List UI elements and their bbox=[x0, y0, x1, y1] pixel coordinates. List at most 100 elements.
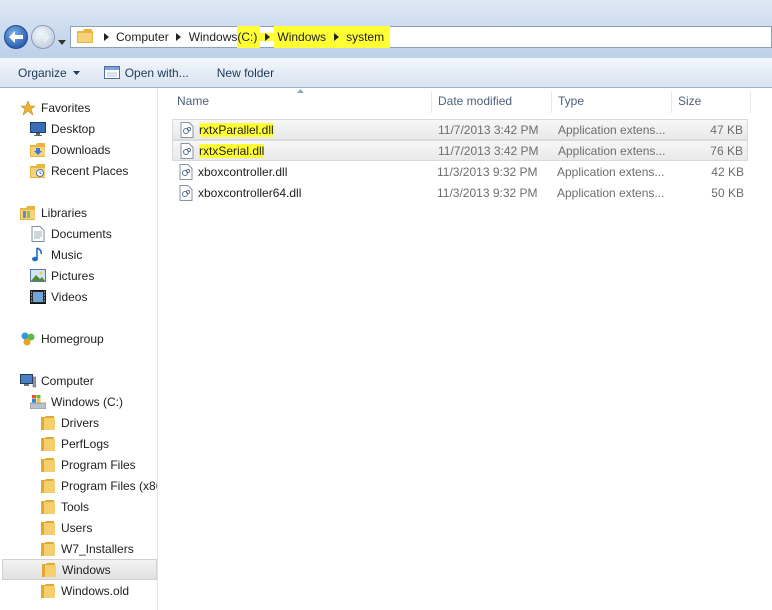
file-type: Application extens... bbox=[558, 143, 666, 158]
column-header-date-modified[interactable]: Date modified bbox=[431, 89, 551, 113]
file-row-rxtxparallel[interactable]: rxtxParallel.dll 11/7/2013 3:42 PM Appli… bbox=[172, 119, 748, 140]
nav-music[interactable]: Music bbox=[30, 244, 82, 265]
nav-label: Music bbox=[51, 247, 83, 262]
column-header-type[interactable]: Type bbox=[551, 89, 671, 113]
nav-folder-perflogs[interactable]: PerfLogs bbox=[40, 433, 109, 454]
file-size: 47 KB bbox=[710, 122, 743, 137]
address-field[interactable]: Computer Windows (C:) Windows system bbox=[70, 26, 772, 48]
nav-documents[interactable]: Documents bbox=[30, 223, 112, 244]
nav-label: Drivers bbox=[61, 415, 99, 430]
nav-folder-program-files-x86[interactable]: Program Files (x86 bbox=[40, 475, 157, 496]
nav-label: Windows (C:) bbox=[51, 394, 124, 409]
nav-label: W7_Installers bbox=[61, 541, 134, 556]
recent-places-icon bbox=[30, 163, 46, 179]
libraries-icon bbox=[20, 205, 36, 221]
homegroup-icon bbox=[20, 331, 36, 347]
nav-favorites[interactable]: Favorites bbox=[20, 97, 90, 118]
nav-desktop[interactable]: Desktop bbox=[30, 118, 95, 139]
forward-button[interactable] bbox=[31, 25, 55, 49]
folder-icon bbox=[40, 457, 56, 473]
file-type: Application extens... bbox=[557, 185, 665, 200]
folder-icon bbox=[40, 415, 56, 431]
folder-icon bbox=[40, 499, 56, 515]
breadcrumb-drive-c[interactable]: Windows (C:) bbox=[186, 26, 275, 48]
nav-label: Program Files bbox=[61, 457, 136, 472]
nav-downloads[interactable]: Downloads bbox=[30, 139, 110, 160]
nav-label: Documents bbox=[51, 226, 112, 241]
folder-icon bbox=[40, 478, 56, 494]
nav-folder-windows-old[interactable]: Windows.old bbox=[40, 580, 129, 601]
nav-libraries[interactable]: Libraries bbox=[20, 202, 87, 223]
breadcrumb-label: Windows bbox=[188, 30, 238, 44]
folder-icon bbox=[40, 436, 56, 452]
file-date: 11/7/2013 3:42 PM bbox=[438, 143, 539, 158]
file-row-rxtxserial[interactable]: rxtxSerial.dll 11/7/2013 3:42 PM Applica… bbox=[172, 140, 748, 161]
open-with-label: Open with... bbox=[124, 65, 189, 80]
folder-icon bbox=[41, 562, 57, 578]
folder-icon bbox=[40, 583, 56, 599]
breadcrumb-label: Windows bbox=[277, 30, 327, 44]
file-row-xboxcontroller64[interactable]: xboxcontroller64.dll 11/3/2013 9:32 PM A… bbox=[172, 182, 748, 203]
breadcrumb-arrow-root[interactable] bbox=[99, 26, 113, 48]
folder-icon bbox=[77, 28, 93, 46]
file-row-xboxcontroller[interactable]: xboxcontroller.dll 11/3/2013 9:32 PM App… bbox=[172, 161, 748, 182]
file-date: 11/3/2013 9:32 PM bbox=[437, 185, 538, 200]
nav-label: PerfLogs bbox=[61, 436, 110, 451]
nav-folder-program-files[interactable]: Program Files bbox=[40, 454, 136, 475]
breadcrumb-label: Computer bbox=[116, 30, 169, 44]
file-size: 42 KB bbox=[711, 164, 744, 179]
nav-folder-drivers[interactable]: Drivers bbox=[40, 412, 99, 433]
column-divider[interactable] bbox=[750, 91, 751, 113]
documents-icon bbox=[30, 225, 46, 242]
nav-folder-windows[interactable]: Windows bbox=[2, 559, 157, 580]
nav-videos[interactable]: Videos bbox=[30, 286, 87, 307]
nav-homegroup[interactable]: Homegroup bbox=[20, 328, 104, 349]
recent-pages-dropdown[interactable] bbox=[58, 34, 66, 48]
column-header-label: Type bbox=[558, 94, 585, 108]
nav-label: Favorites bbox=[41, 100, 91, 115]
file-name: xboxcontroller.dll bbox=[198, 164, 288, 179]
downloads-folder-icon bbox=[30, 142, 46, 158]
nav-label: Windows.old bbox=[61, 583, 130, 598]
file-date: 11/3/2013 9:32 PM bbox=[437, 164, 538, 179]
nav-pictures[interactable]: Pictures bbox=[30, 265, 94, 286]
pictures-icon bbox=[30, 268, 46, 284]
organize-button[interactable]: Organize bbox=[10, 60, 88, 86]
back-button[interactable] bbox=[4, 25, 28, 49]
desktop-icon bbox=[30, 121, 46, 137]
nav-folder-w7-installers[interactable]: W7_Installers bbox=[40, 538, 134, 559]
open-with-button[interactable]: Open with... bbox=[96, 60, 197, 86]
column-header-label: Date modified bbox=[438, 94, 513, 108]
chevron-down-icon bbox=[58, 40, 66, 45]
file-name: xboxcontroller64.dll bbox=[198, 185, 302, 200]
videos-icon bbox=[30, 289, 46, 305]
column-header-name[interactable]: Name bbox=[170, 89, 432, 113]
dll-file-icon bbox=[179, 142, 195, 159]
nav-recent-places[interactable]: Recent Places bbox=[30, 160, 128, 181]
star-icon bbox=[20, 100, 36, 116]
breadcrumb-computer[interactable]: Computer bbox=[113, 26, 186, 48]
chevron-down-icon bbox=[72, 70, 80, 75]
nav-folder-users[interactable]: Users bbox=[40, 517, 92, 538]
file-size: 50 KB bbox=[711, 185, 744, 200]
column-header-label: Name bbox=[177, 94, 210, 108]
breadcrumb-label-highlight: (C:) bbox=[237, 26, 261, 48]
nav-label: Computer bbox=[41, 373, 94, 388]
nav-label: Videos bbox=[51, 289, 88, 304]
breadcrumb-windows[interactable]: Windows bbox=[274, 26, 344, 48]
nav-drive-c[interactable]: Windows (C:) bbox=[30, 391, 123, 412]
music-note-icon bbox=[30, 246, 46, 263]
nav-computer[interactable]: Computer bbox=[20, 370, 94, 391]
column-header-size[interactable]: Size bbox=[671, 89, 751, 113]
address-bar-area: Computer Windows (C:) Windows system bbox=[0, 0, 772, 58]
dll-file-icon bbox=[178, 184, 194, 201]
file-type: Application extens... bbox=[557, 164, 665, 179]
new-folder-button[interactable]: New folder bbox=[209, 60, 282, 86]
nav-label: Libraries bbox=[41, 205, 88, 220]
breadcrumb-system[interactable]: system bbox=[343, 26, 391, 48]
forward-arrow-icon bbox=[36, 31, 50, 43]
nav-folder-tools[interactable]: Tools bbox=[40, 496, 89, 517]
file-size: 76 KB bbox=[710, 143, 743, 158]
new-folder-label: New folder bbox=[216, 65, 275, 80]
computer-icon bbox=[20, 373, 36, 389]
